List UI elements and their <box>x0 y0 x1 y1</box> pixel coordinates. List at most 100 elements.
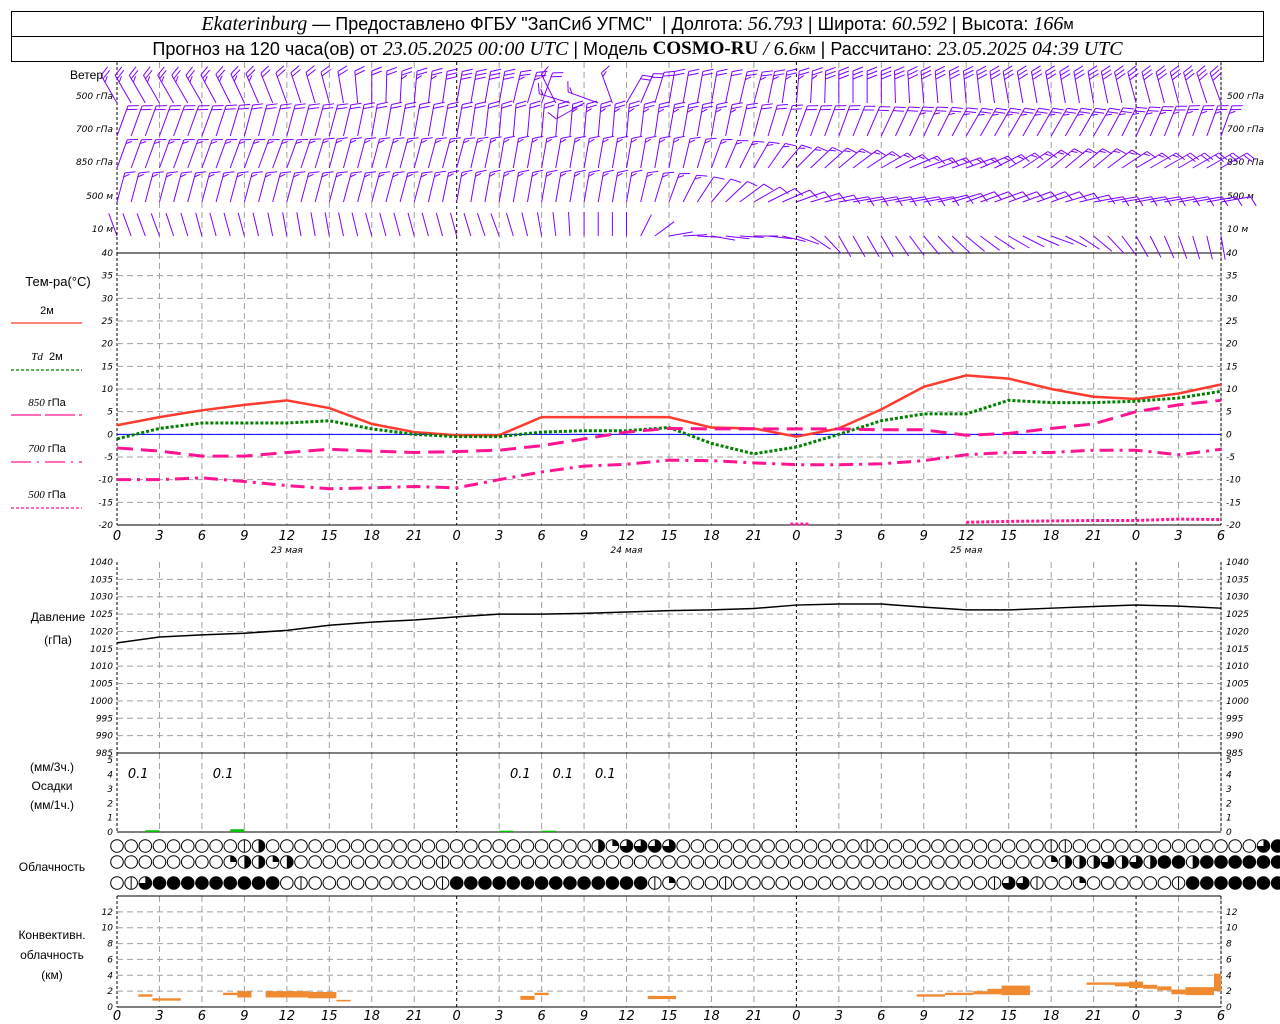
wind-barb <box>187 105 210 137</box>
wind-barb <box>767 103 789 137</box>
wind-barb-feather <box>266 103 278 106</box>
wind-barb-staff <box>310 212 316 237</box>
wind-barb-feather <box>965 110 977 114</box>
wind-barb <box>852 105 876 137</box>
cloud-cover-symbol <box>1115 839 1129 853</box>
wind-barb <box>909 235 925 256</box>
cloud-fill <box>1150 855 1157 869</box>
wind-barb-feather <box>251 107 263 110</box>
wind-barb <box>962 65 974 104</box>
cloud-cover-symbol <box>987 876 1002 890</box>
wind-barb-staff <box>286 172 296 203</box>
wind-barb-staff <box>442 71 448 104</box>
x-tick-label: 0 <box>113 529 121 544</box>
wind-barb-staff <box>654 138 661 169</box>
wind-barb <box>456 169 473 203</box>
cloud-cover-symbol <box>591 855 606 869</box>
wind-barb-staff <box>314 172 324 203</box>
wind-barb-staff <box>328 104 339 137</box>
wind-barb-feather <box>777 103 789 106</box>
cloud-circle <box>180 876 195 890</box>
wind-barb-feather <box>1010 107 1022 111</box>
wind-barb <box>552 212 557 237</box>
wind-barb-staff <box>880 106 896 137</box>
x-tick-label: 18 <box>363 1009 380 1024</box>
wind-barb-feather <box>279 107 291 110</box>
wind-barb <box>838 235 852 258</box>
wind-barb-feather <box>614 108 621 113</box>
wind-barb-feather <box>520 69 532 73</box>
wind-barb-feather <box>1073 148 1084 155</box>
wind-barb-staff <box>215 172 225 203</box>
wind-barb-staff <box>158 105 171 137</box>
cloud-circle <box>690 876 705 890</box>
wind-barb <box>682 174 708 203</box>
cloud-cover-symbol <box>350 839 365 853</box>
wind-barb <box>934 65 946 104</box>
wind-barb <box>258 103 278 137</box>
cloud-cover-symbol <box>166 855 181 869</box>
x-tick-label: 0 <box>453 529 461 544</box>
y-tick-label: 12 <box>102 908 114 918</box>
wind-barb-feather <box>640 78 652 81</box>
wind-barb-staff <box>1163 235 1175 259</box>
wind-barb-staff <box>980 235 1000 251</box>
x-tick-label: 6 <box>198 529 206 544</box>
wind-barb-staff <box>541 138 548 169</box>
wind-barb-feather <box>949 69 960 76</box>
cloud-circle <box>747 855 761 869</box>
wind-barb-staff <box>1169 71 1180 104</box>
cloud-cover-symbol <box>874 876 889 890</box>
wind-barb <box>1114 65 1126 104</box>
wind-barb-feather <box>1149 106 1161 109</box>
cloud-circle <box>138 839 153 853</box>
wind-barb-staff <box>1192 152 1219 169</box>
wind-barb-feather <box>447 68 458 72</box>
wind-barb-staff <box>583 104 588 137</box>
wind-barb-staff <box>324 212 330 237</box>
cloud-circle <box>1270 839 1280 853</box>
wind-barb-feather <box>379 171 391 174</box>
cloud-cover-symbol <box>1157 855 1172 869</box>
cloud-cover-symbol <box>775 839 790 853</box>
cloud-circle <box>478 855 492 869</box>
wind-barb <box>1016 65 1029 104</box>
cloud-cover-symbol <box>336 876 351 890</box>
wind-barb-feather <box>1113 150 1120 154</box>
cloud-circle <box>308 855 322 869</box>
wind-barb <box>781 104 804 137</box>
cloud-cover-symbol <box>124 876 138 890</box>
cloud-circle <box>973 855 988 869</box>
wind-barb-feather <box>747 102 758 106</box>
wind-barb-staff <box>1064 148 1089 169</box>
wind-barb <box>569 169 586 203</box>
wind-barb-feather <box>252 103 264 106</box>
cloud-cover-symbol <box>1001 876 1016 890</box>
cloud-circle <box>718 855 733 869</box>
cloud-circle <box>874 855 889 869</box>
wind-barb-staff <box>237 212 245 237</box>
wind-barb <box>838 105 861 137</box>
x-tick-label: 12 <box>279 1009 296 1024</box>
cloud-cover-symbol <box>817 876 832 890</box>
wind-barb-staff <box>371 104 378 137</box>
wind-barb-staff <box>1149 235 1162 258</box>
wind-barb-staff <box>1121 235 1137 256</box>
cloud-cover-symbol <box>817 855 832 869</box>
y-tick-label-right: 1030 <box>1226 593 1249 603</box>
cloud-cover-symbol <box>1058 839 1073 853</box>
wind-barb-staff <box>555 138 562 169</box>
wind-barb <box>490 213 500 237</box>
wind-barb-feather <box>237 171 249 174</box>
wind-barb-staff <box>399 104 407 137</box>
cloud-circle <box>563 855 577 869</box>
cloud-cover-symbol <box>492 839 506 853</box>
wind-barb-feather <box>696 174 708 177</box>
cloud-cover-symbol <box>945 855 959 869</box>
wind-barb-staff <box>626 104 630 137</box>
cloud-circle <box>379 855 393 869</box>
convective-bar <box>973 991 988 995</box>
wind-barb <box>824 66 836 104</box>
wind-barb <box>314 137 335 169</box>
wind-barb-feather <box>489 76 500 80</box>
